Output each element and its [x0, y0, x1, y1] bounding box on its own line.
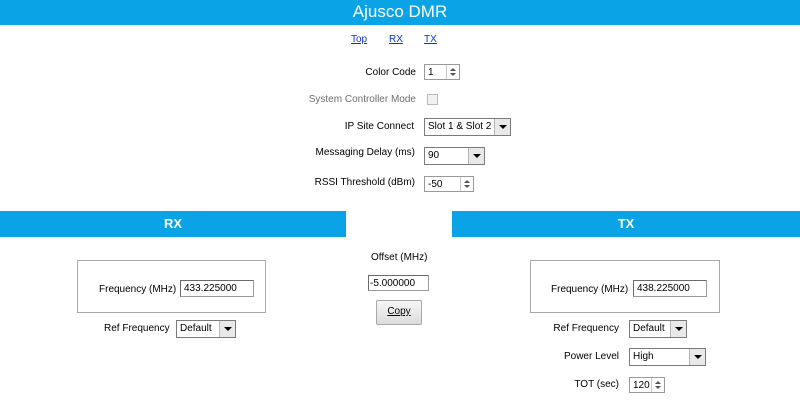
- color-code-value: 1: [428, 67, 434, 78]
- tx-section-header: TX: [452, 211, 800, 237]
- rssi-threshold-label: RSSI Threshold (dBm): [314, 177, 415, 188]
- rx-ref-frequency-label: Ref Frequency: [104, 323, 170, 334]
- rx-ref-frequency-value: Default: [180, 323, 212, 334]
- chevron-down-icon[interactable]: [494, 119, 510, 135]
- tot-label: TOT (sec): [574, 379, 619, 390]
- page-title: Ajusco DMR: [352, 2, 448, 21]
- tx-frequency-input[interactable]: 438.225000: [633, 280, 707, 297]
- nav-link-tx[interactable]: TX: [424, 34, 437, 45]
- chevron-down-icon[interactable]: [670, 321, 686, 337]
- ip-site-connect-value: Slot 1 & Slot 2: [428, 121, 492, 132]
- rx-ref-frequency-select[interactable]: Default: [176, 320, 236, 338]
- rx-heading: RX: [163, 216, 183, 231]
- tot-value: 120: [633, 380, 650, 391]
- spinner-arrows-icon[interactable]: [651, 378, 664, 392]
- rx-frequency-input[interactable]: 433.225000: [180, 280, 254, 297]
- copy-button[interactable]: Copy: [376, 300, 422, 325]
- rssi-threshold-spinner[interactable]: -50: [424, 176, 474, 192]
- chevron-down-icon[interactable]: [689, 349, 705, 365]
- chevron-down-icon[interactable]: [219, 321, 235, 337]
- system-controller-mode-checkbox[interactable]: [427, 94, 438, 105]
- page-title-bar: Ajusco DMR: [0, 0, 800, 25]
- rx-section-header: RX: [0, 211, 346, 237]
- tot-spinner[interactable]: 120: [629, 377, 665, 393]
- color-code-spinner[interactable]: 1: [424, 64, 460, 80]
- color-code-label: Color Code: [365, 67, 416, 78]
- spinner-arrows-icon[interactable]: [446, 65, 459, 79]
- nav-link-top[interactable]: Top: [351, 34, 367, 45]
- spinner-arrows-icon[interactable]: [460, 177, 473, 191]
- rx-frequency-label: Frequency (MHz): [99, 284, 177, 295]
- messaging-delay-label: Messaging Delay (ms): [315, 147, 415, 158]
- ip-site-connect-label: IP Site Connect: [344, 121, 414, 132]
- rssi-threshold-value: -50: [428, 179, 443, 190]
- messaging-delay-value: 90: [428, 150, 440, 161]
- tx-ref-frequency-value: Default: [633, 323, 665, 334]
- power-level-select[interactable]: High: [629, 348, 706, 366]
- system-controller-mode-label: System Controller Mode: [308, 94, 416, 105]
- tx-heading: TX: [617, 216, 635, 231]
- nav-link-rx[interactable]: RX: [389, 34, 403, 45]
- chevron-down-icon[interactable]: [468, 148, 484, 164]
- offset-input[interactable]: -5.000000: [368, 275, 429, 291]
- power-level-label: Power Level: [563, 351, 619, 362]
- ip-site-connect-select[interactable]: Slot 1 & Slot 2: [424, 118, 511, 136]
- tx-frequency-label: Frequency (MHz): [551, 284, 629, 295]
- messaging-delay-select[interactable]: 90: [424, 147, 485, 165]
- offset-label: Offset (MHz): [371, 252, 428, 263]
- power-level-value: High: [633, 351, 654, 362]
- tx-ref-frequency-select[interactable]: Default: [629, 320, 687, 338]
- tx-ref-frequency-label: Ref Frequency: [553, 323, 619, 334]
